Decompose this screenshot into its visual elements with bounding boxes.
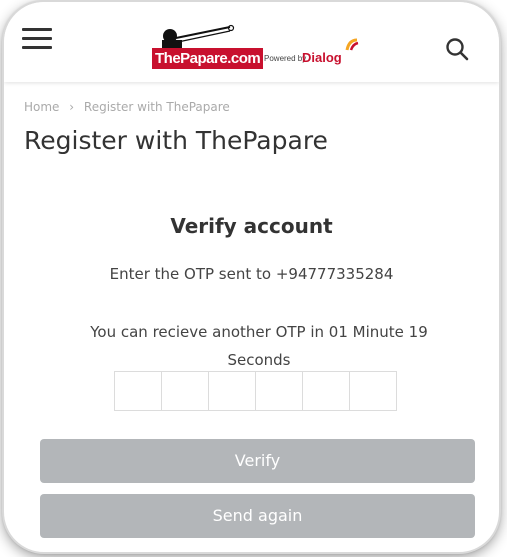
otp-digit-input[interactable] (255, 371, 303, 411)
hamburger-menu-icon[interactable] (22, 28, 52, 50)
site-header: ThePapare.com Powered by Dialog (4, 2, 499, 82)
otp-sent-text: Enter the OTP sent to +94777335284 (109, 265, 394, 283)
breadcrumb-current: Register with ThePapare (83, 100, 230, 114)
search-icon[interactable] (444, 36, 470, 62)
dialog-swirl-icon (345, 38, 359, 51)
logo-powered-by: Powered by (264, 54, 307, 63)
logo-partner-text: Dialog (302, 50, 342, 65)
verify-heading: Verify account (170, 214, 333, 238)
otp-digit-input[interactable] (349, 371, 397, 411)
phone-frame: ThePapare.com Powered by Dialog Home › R… (4, 2, 499, 552)
send-again-button[interactable]: Send again (40, 494, 475, 538)
verify-button[interactable]: Verify (40, 439, 475, 483)
breadcrumb: Home › Register with ThePapare (24, 100, 230, 114)
page-title: Register with ThePapare (24, 126, 328, 155)
site-logo[interactable]: ThePapare.com Powered by Dialog (152, 24, 372, 70)
otp-digit-input[interactable] (161, 371, 209, 411)
otp-digit-input[interactable] (114, 371, 162, 411)
breadcrumb-home-link[interactable]: Home (24, 100, 59, 114)
resend-countdown-text: You can recieve another OTP in 01 Minute… (59, 318, 459, 374)
logo-brand-text: ThePapare.com (152, 48, 264, 69)
resend-countdown-line1: You can recieve another OTP in 01 Minute… (90, 323, 428, 341)
otp-digit-input[interactable] (302, 371, 350, 411)
otp-digit-input[interactable] (208, 371, 256, 411)
otp-input-group (114, 371, 397, 411)
resend-countdown-line2: Seconds (227, 351, 291, 369)
breadcrumb-separator: › (69, 100, 75, 114)
mascot-icon (162, 24, 235, 48)
